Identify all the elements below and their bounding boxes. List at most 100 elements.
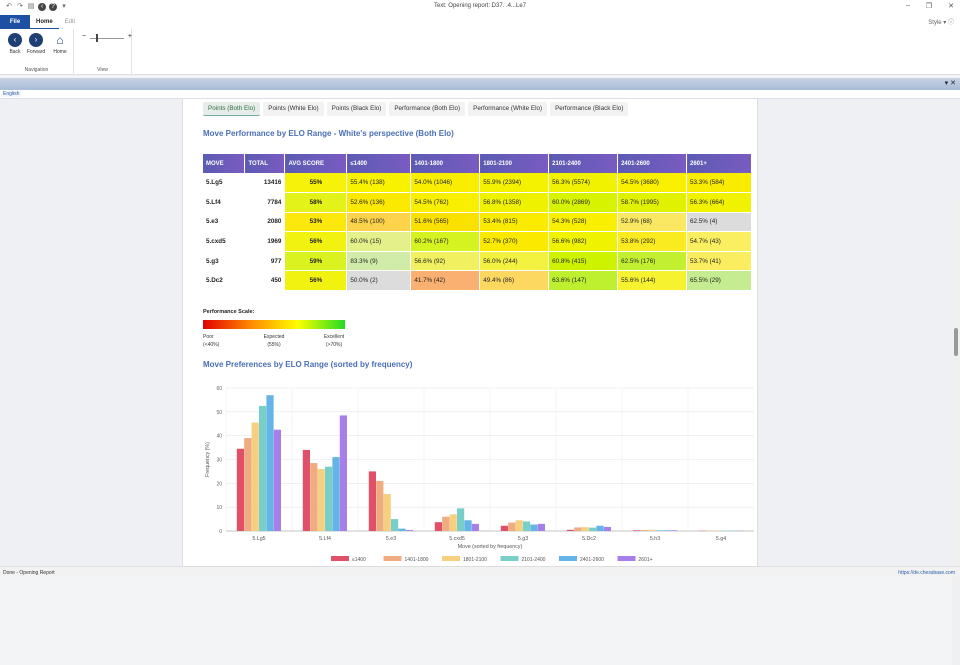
table-row: 5.g397759%83.3% (9)56.6% (92)56.0% (244)… (203, 251, 752, 271)
bar (582, 527, 589, 531)
legend-label: 1801-2100 (463, 557, 487, 563)
column-header[interactable]: 2601+ (687, 154, 752, 173)
elo-cell: 54.5% (3680) (618, 173, 687, 193)
bar (391, 519, 398, 531)
slider-knob[interactable] (96, 34, 98, 42)
report-tab[interactable]: Performance (Black Elo) (550, 102, 628, 116)
restore-icon[interactable]: ❐ (926, 2, 932, 10)
column-header[interactable]: 2101-2400 (549, 154, 618, 173)
window-controls: – ❐ ✕ (906, 2, 954, 10)
elo-cell: 54.3% (528) (549, 212, 618, 232)
report-tab[interactable]: Performance (White Elo) (468, 102, 547, 116)
scale-expected-sub: (55%) (259, 341, 289, 349)
elo-cell: 65.5% (29) (687, 271, 752, 291)
status-bar: Done - Opening Report https://de.chessba… (0, 566, 960, 577)
forward-button[interactable]: › Forward (24, 33, 48, 55)
y-tick-label: 60 (216, 386, 222, 392)
elo-cell: 54.7% (43) (687, 232, 752, 252)
bar (332, 457, 339, 531)
legend-label: 1401-1800 (405, 557, 429, 563)
bar (318, 469, 325, 531)
move-cell: 5.e3 (203, 212, 245, 232)
total-cell: 7784 (245, 193, 285, 213)
performance-scale-bar (203, 320, 345, 329)
avg-score-cell: 58% (285, 193, 347, 213)
elo-cell: 56.0% (244) (480, 251, 549, 271)
column-header[interactable]: TOTAL (245, 154, 285, 173)
x-tick-label: 5.h3 (650, 536, 660, 542)
close-icon[interactable]: ✕ (948, 2, 954, 10)
x-tick-label: 5.Lg5 (252, 536, 265, 542)
y-tick-label: 0 (219, 529, 222, 535)
table-row: 5.Lg51341655%55.4% (138)54.0% (1046)55.9… (203, 173, 752, 193)
avg-score-cell: 59% (285, 251, 347, 271)
style-menu[interactable]: Style ▾ ⓘ (928, 17, 954, 26)
report-tab[interactable]: Points (Both Elo) (203, 102, 260, 116)
tab-english[interactable]: English (1, 91, 21, 97)
back-arrow-icon: ‹ (8, 33, 22, 47)
status-link[interactable]: https://de.chessbase.com (898, 570, 955, 576)
scale-excellent-label: Excellent (319, 333, 349, 341)
x-tick-label: 5.cxd5 (449, 536, 465, 542)
zoom-in-icon[interactable]: + (128, 33, 132, 40)
pane-dropdown-icon[interactable]: ▾ (945, 80, 949, 87)
x-tick-label: 5.g4 (716, 536, 726, 542)
home-button[interactable]: ⌂ Home (48, 33, 72, 55)
bar (648, 530, 655, 531)
legend-label: 2601+ (639, 557, 653, 563)
column-header[interactable]: 1401-1800 (411, 154, 480, 173)
tab-edit[interactable]: Edit (59, 15, 81, 29)
tab-file[interactable]: File (0, 15, 30, 29)
elo-cell: 48.5% (100) (347, 212, 411, 232)
tab-home[interactable]: Home (30, 15, 59, 29)
bar (398, 529, 405, 531)
bar (384, 494, 391, 531)
total-cell: 450 (245, 271, 285, 291)
scroll-thumb[interactable] (954, 328, 958, 356)
zoom-out-icon[interactable]: − (82, 33, 86, 40)
zoom-slider[interactable]: − + (82, 34, 132, 42)
elo-cell: 54.5% (762) (411, 193, 480, 213)
elo-cell: 60.8% (415) (549, 251, 618, 271)
elo-cell: 54.0% (1046) (411, 173, 480, 193)
elo-cell: 53.8% (292) (618, 232, 687, 252)
report-page: Points (Both Elo)Points (White Elo) Point… (182, 99, 758, 566)
column-header[interactable]: MOVE (203, 154, 245, 173)
elo-cell: 60.0% (2869) (549, 193, 618, 213)
avg-score-cell: 56% (285, 232, 347, 252)
report-tab[interactable]: Points (White Elo) (263, 102, 323, 116)
bar (574, 527, 581, 531)
minimize-icon[interactable]: – (906, 2, 910, 10)
preferences-bar-chart: 01020304050605.Lg55.Lf45.e35.cxd55.g35.D… (203, 381, 754, 566)
navigation-group: ‹ Back › Forward ⌂ Home Navigation (0, 29, 74, 75)
elo-cell: 56.6% (92) (411, 251, 480, 271)
home-icon: ⌂ (53, 33, 67, 47)
elo-cell: 60.0% (15) (347, 232, 411, 252)
back-label: Back (9, 49, 20, 55)
column-header[interactable]: 2401-2600 (618, 154, 687, 173)
bar (274, 430, 281, 531)
total-cell: 977 (245, 251, 285, 271)
move-cell: 5.Lf4 (203, 193, 245, 213)
column-header[interactable]: ≤1400 (347, 154, 411, 173)
bar (655, 530, 662, 531)
elo-cell: 56.3% (664) (687, 193, 752, 213)
view-group: − + View (74, 29, 132, 75)
forward-label: Forward (27, 49, 45, 55)
elo-cell: 49.4% (86) (480, 271, 549, 291)
pane-close-icon[interactable]: ✕ (950, 80, 956, 87)
elo-cell: 56.8% (1358) (480, 193, 549, 213)
y-axis-label: Frequency (%) (205, 442, 211, 477)
bar (325, 467, 332, 531)
column-header[interactable]: AVG SCORE (285, 154, 347, 173)
avg-score-cell: 55% (285, 173, 347, 193)
report-tab[interactable]: Performance (Both Elo) (389, 102, 465, 116)
legend-swatch (331, 556, 349, 561)
help-circle-icon[interactable]: ⓘ (948, 20, 954, 26)
bar (310, 463, 317, 531)
bar (442, 517, 449, 531)
report-tab[interactable]: Points (Black Elo) (327, 102, 387, 116)
scale-poor-label: Poor (203, 333, 219, 341)
vertical-scrollbar[interactable] (952, 198, 960, 665)
column-header[interactable]: 1801-2100 (480, 154, 549, 173)
